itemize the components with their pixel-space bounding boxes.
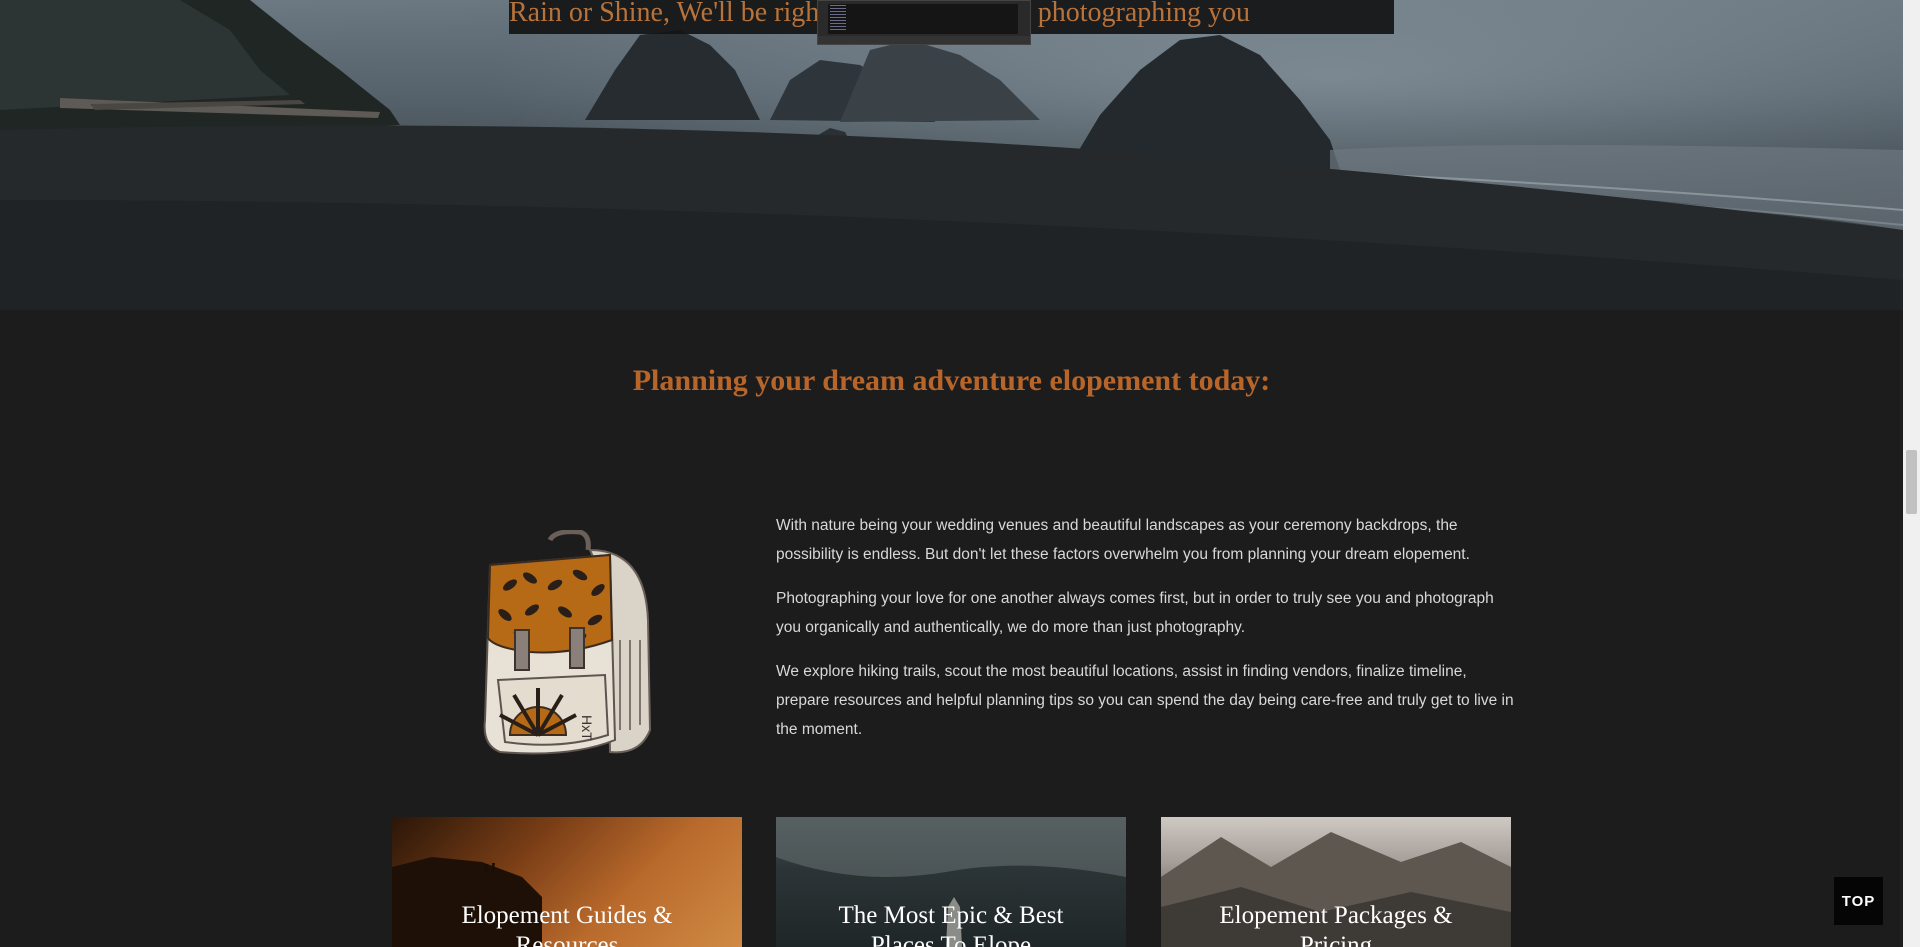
page: Rain or Shine, We'll be right here guidi… — [0, 0, 1920, 947]
hero-landscape — [0, 0, 1903, 310]
intro-paragraph-2: Photographing your love for one another … — [776, 590, 1494, 636]
overlay-thumbnail-lines — [830, 5, 846, 31]
backpack-icon: HxT — [483, 530, 652, 755]
card-epic-places[interactable]: The Most Epic & Best Places To Elope — [776, 817, 1126, 947]
card-packages-pricing[interactable]: Elopement Packages & Pricing — [1161, 817, 1511, 947]
overlay-thumbnail — [817, 0, 1031, 45]
link-cards: Elopement Guides & Resources The Most Ep… — [392, 817, 1512, 947]
intro-paragraph-3: We explore hiking trails, scout the most… — [776, 663, 1514, 738]
card-elopement-guides[interactable]: Elopement Guides & Resources — [392, 817, 742, 947]
svg-text:HxT: HxT — [579, 715, 595, 741]
back-to-top-button[interactable]: TOP — [1834, 877, 1883, 925]
overlay-thumbnail-bar — [818, 36, 1030, 44]
hero-image: Rain or Shine, We'll be right here guidi… — [0, 0, 1903, 310]
section-title: Planning your dream adventure elopement … — [632, 364, 1271, 397]
card-title: The Most Epic & Best Places To Elope — [838, 902, 1064, 947]
scrollbar[interactable] — [1903, 0, 1920, 947]
overlay-thumbnail-screen — [828, 4, 1018, 34]
scrollbar-thumb[interactable] — [1906, 450, 1917, 514]
card-title: Elopement Guides & Resources — [461, 902, 673, 947]
card-title: Elopement Packages & Pricing — [1219, 902, 1453, 947]
intro-paragraph-1: With nature being your wedding venues an… — [776, 517, 1470, 563]
intro-text: With nature being your wedding venues an… — [776, 511, 1516, 759]
